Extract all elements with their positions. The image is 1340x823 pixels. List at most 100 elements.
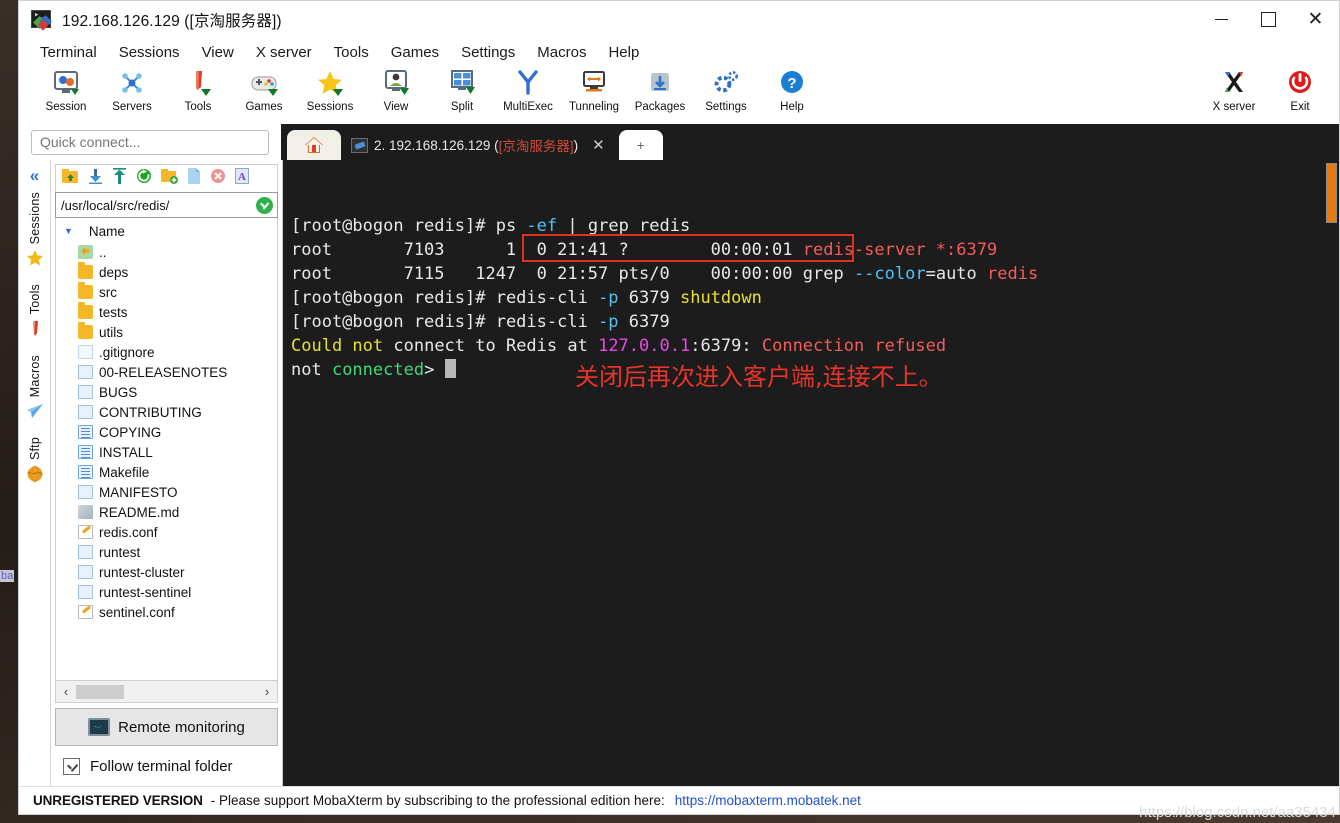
sftp-file-row[interactable]: tests	[56, 302, 277, 322]
scroll-left-icon[interactable]: ‹	[58, 684, 74, 699]
upload-icon[interactable]	[112, 168, 127, 189]
remote-monitoring-button[interactable]: Remote monitoring	[55, 708, 278, 746]
menu-sessions[interactable]: Sessions	[108, 42, 191, 63]
toolbar-exit[interactable]: Exit	[1267, 66, 1333, 113]
toolbar-view-label: View	[383, 101, 409, 113]
globe-icon	[25, 464, 45, 484]
menu-terminal[interactable]: Terminal	[29, 42, 108, 63]
rail-item-macros[interactable]: Macros	[25, 355, 45, 431]
toolbar-tools-label: Tools	[184, 101, 212, 113]
minimize-button[interactable]	[1198, 1, 1245, 38]
toolbar-tunneling[interactable]: Tunneling	[561, 66, 627, 113]
download-icon[interactable]	[88, 168, 103, 189]
toolbar-servers[interactable]: Servers	[99, 66, 165, 113]
sftp-file-row[interactable]: MANIFESTO	[56, 482, 277, 502]
toolbar-settings[interactable]: Settings	[693, 66, 759, 113]
sftp-path-text: /usr/local/src/redis/	[61, 197, 170, 213]
new-folder-icon[interactable]	[161, 168, 178, 189]
sftp-horizontal-scrollbar[interactable]: ‹ ›	[55, 681, 278, 703]
terminal-span: ps	[495, 216, 527, 236]
new-tab-button[interactable]: +	[618, 130, 663, 160]
sftp-file-row[interactable]: Makefile	[56, 462, 277, 482]
scroll-right-icon[interactable]: ›	[259, 684, 275, 699]
menu-tools[interactable]: Tools	[323, 42, 380, 63]
tab-session-active[interactable]: 2. 192.168.126.129 ([京淘服务器]) ✕	[341, 130, 613, 160]
terminal-scrollbar[interactable]	[1323, 160, 1339, 786]
sftp-file-row[interactable]: BUGS	[56, 382, 277, 402]
sftp-file-row[interactable]: CONTRIBUTING	[56, 402, 277, 422]
rail-item-sftp[interactable]: Sftp	[25, 437, 45, 494]
toolbar-games-label: Games	[245, 101, 283, 113]
sftp-file-row[interactable]: INSTALL	[56, 442, 277, 462]
terminal-span: --color	[853, 264, 926, 284]
menu-settings[interactable]: Settings	[450, 42, 526, 63]
toolbar-help[interactable]: ? Help	[759, 66, 825, 113]
connection-ok-icon	[256, 196, 273, 214]
sftp-file-row[interactable]: 00-RELEASENOTES	[56, 362, 277, 382]
sftp-file-row[interactable]: COPYING	[56, 422, 277, 442]
follow-terminal-folder-checkbox[interactable]	[63, 757, 80, 775]
svg-text:?: ?	[787, 75, 796, 92]
toolbar-split[interactable]: Split	[429, 66, 495, 113]
text-mode-icon[interactable]: A	[235, 168, 249, 189]
terminal-output[interactable]: [root@bogon redis]# ps -ef | grep redis r…	[283, 160, 1323, 786]
terminal-line: root 7103 1 0 21:41 ? 00:00:01 redis-ser…	[291, 238, 1323, 262]
sftp-file-row[interactable]: sentinel.conf	[56, 602, 277, 622]
terminal-span: [root@bogon redis]#	[291, 216, 496, 236]
refresh-icon[interactable]	[136, 168, 152, 189]
menu-x-server[interactable]: X server	[245, 42, 323, 63]
sftp-file-row[interactable]: deps	[56, 262, 277, 282]
rail-item-sessions[interactable]: Sessions	[25, 192, 45, 278]
maximize-button[interactable]	[1245, 1, 1292, 38]
follow-terminal-folder-row[interactable]: Follow terminal folder	[55, 746, 278, 786]
toolbar-tunneling-label: Tunneling	[568, 101, 620, 113]
tab-close-icon[interactable]: ✕	[592, 136, 605, 154]
toolbar-view[interactable]: View	[363, 66, 429, 113]
toolbar-games[interactable]: Games	[231, 66, 297, 113]
sftp-file-row[interactable]: utils	[56, 322, 277, 342]
exit-power-icon	[1285, 68, 1315, 98]
toolbar-sessions[interactable]: Sessions	[297, 66, 363, 113]
toolbar-x-server-label: X server	[1212, 101, 1256, 113]
sftp-path-row[interactable]: /usr/local/src/redis/	[55, 192, 278, 218]
toolbar-help-label: Help	[780, 101, 804, 113]
menu-macros[interactable]: Macros	[526, 42, 597, 63]
menu-help[interactable]: Help	[597, 42, 650, 63]
sftp-toolbar: A	[55, 164, 278, 192]
sftp-file-name: utils	[99, 324, 124, 340]
sftp-browser-panel: A /usr/local/src/redis/ ▼ Name .. deps src…	[51, 160, 283, 786]
toolbar-session[interactable]: Session	[33, 66, 99, 113]
rail-item-tools[interactable]: Tools	[25, 284, 45, 348]
menu-games[interactable]: Games	[380, 42, 450, 63]
sftp-file-list[interactable]: ▼ Name .. deps src tests utils .gitignore 00-R…	[55, 218, 278, 681]
terminal-span: redis	[987, 264, 1039, 284]
collapse-panel-icon[interactable]: «	[30, 166, 39, 186]
mobaxterm-link[interactable]: https://mobaxterm.mobatek.net	[675, 793, 861, 808]
close-button[interactable]: ✕	[1292, 1, 1339, 38]
sftp-file-row[interactable]: src	[56, 282, 277, 302]
sftp-file-name: MANIFESTO	[99, 484, 178, 500]
menu-view[interactable]: View	[191, 42, 245, 63]
toolbar-x-server[interactable]: X server	[1201, 66, 1267, 113]
go-up-icon[interactable]	[62, 168, 79, 189]
toolbar-multiexec[interactable]: MultiExec	[495, 66, 561, 113]
scrollbar-thumb[interactable]	[76, 684, 124, 699]
sftp-file-row[interactable]: runtest-sentinel	[56, 582, 277, 602]
tab-home[interactable]	[287, 130, 341, 160]
sftp-file-row[interactable]: runtest-cluster	[56, 562, 277, 582]
quick-connect-input[interactable]	[31, 129, 269, 155]
terminal-scrollbar-thumb[interactable]	[1325, 163, 1337, 223]
toolbar-tools[interactable]: Tools	[165, 66, 231, 113]
sftp-file-row[interactable]: runtest	[56, 542, 277, 562]
rail-tools-label: Tools	[27, 284, 42, 315]
tools-icon	[183, 68, 213, 98]
toolbar-packages[interactable]: Packages	[627, 66, 693, 113]
sftp-file-row[interactable]: README.md	[56, 502, 277, 522]
sftp-file-row[interactable]: ..	[56, 242, 277, 262]
sftp-file-row[interactable]: .gitignore	[56, 342, 277, 362]
new-file-icon[interactable]	[187, 168, 201, 189]
file-icon	[78, 365, 93, 379]
sftp-column-header[interactable]: ▼ Name	[56, 220, 277, 242]
delete-icon[interactable]	[210, 168, 226, 189]
sftp-file-row[interactable]: redis.conf	[56, 522, 277, 542]
